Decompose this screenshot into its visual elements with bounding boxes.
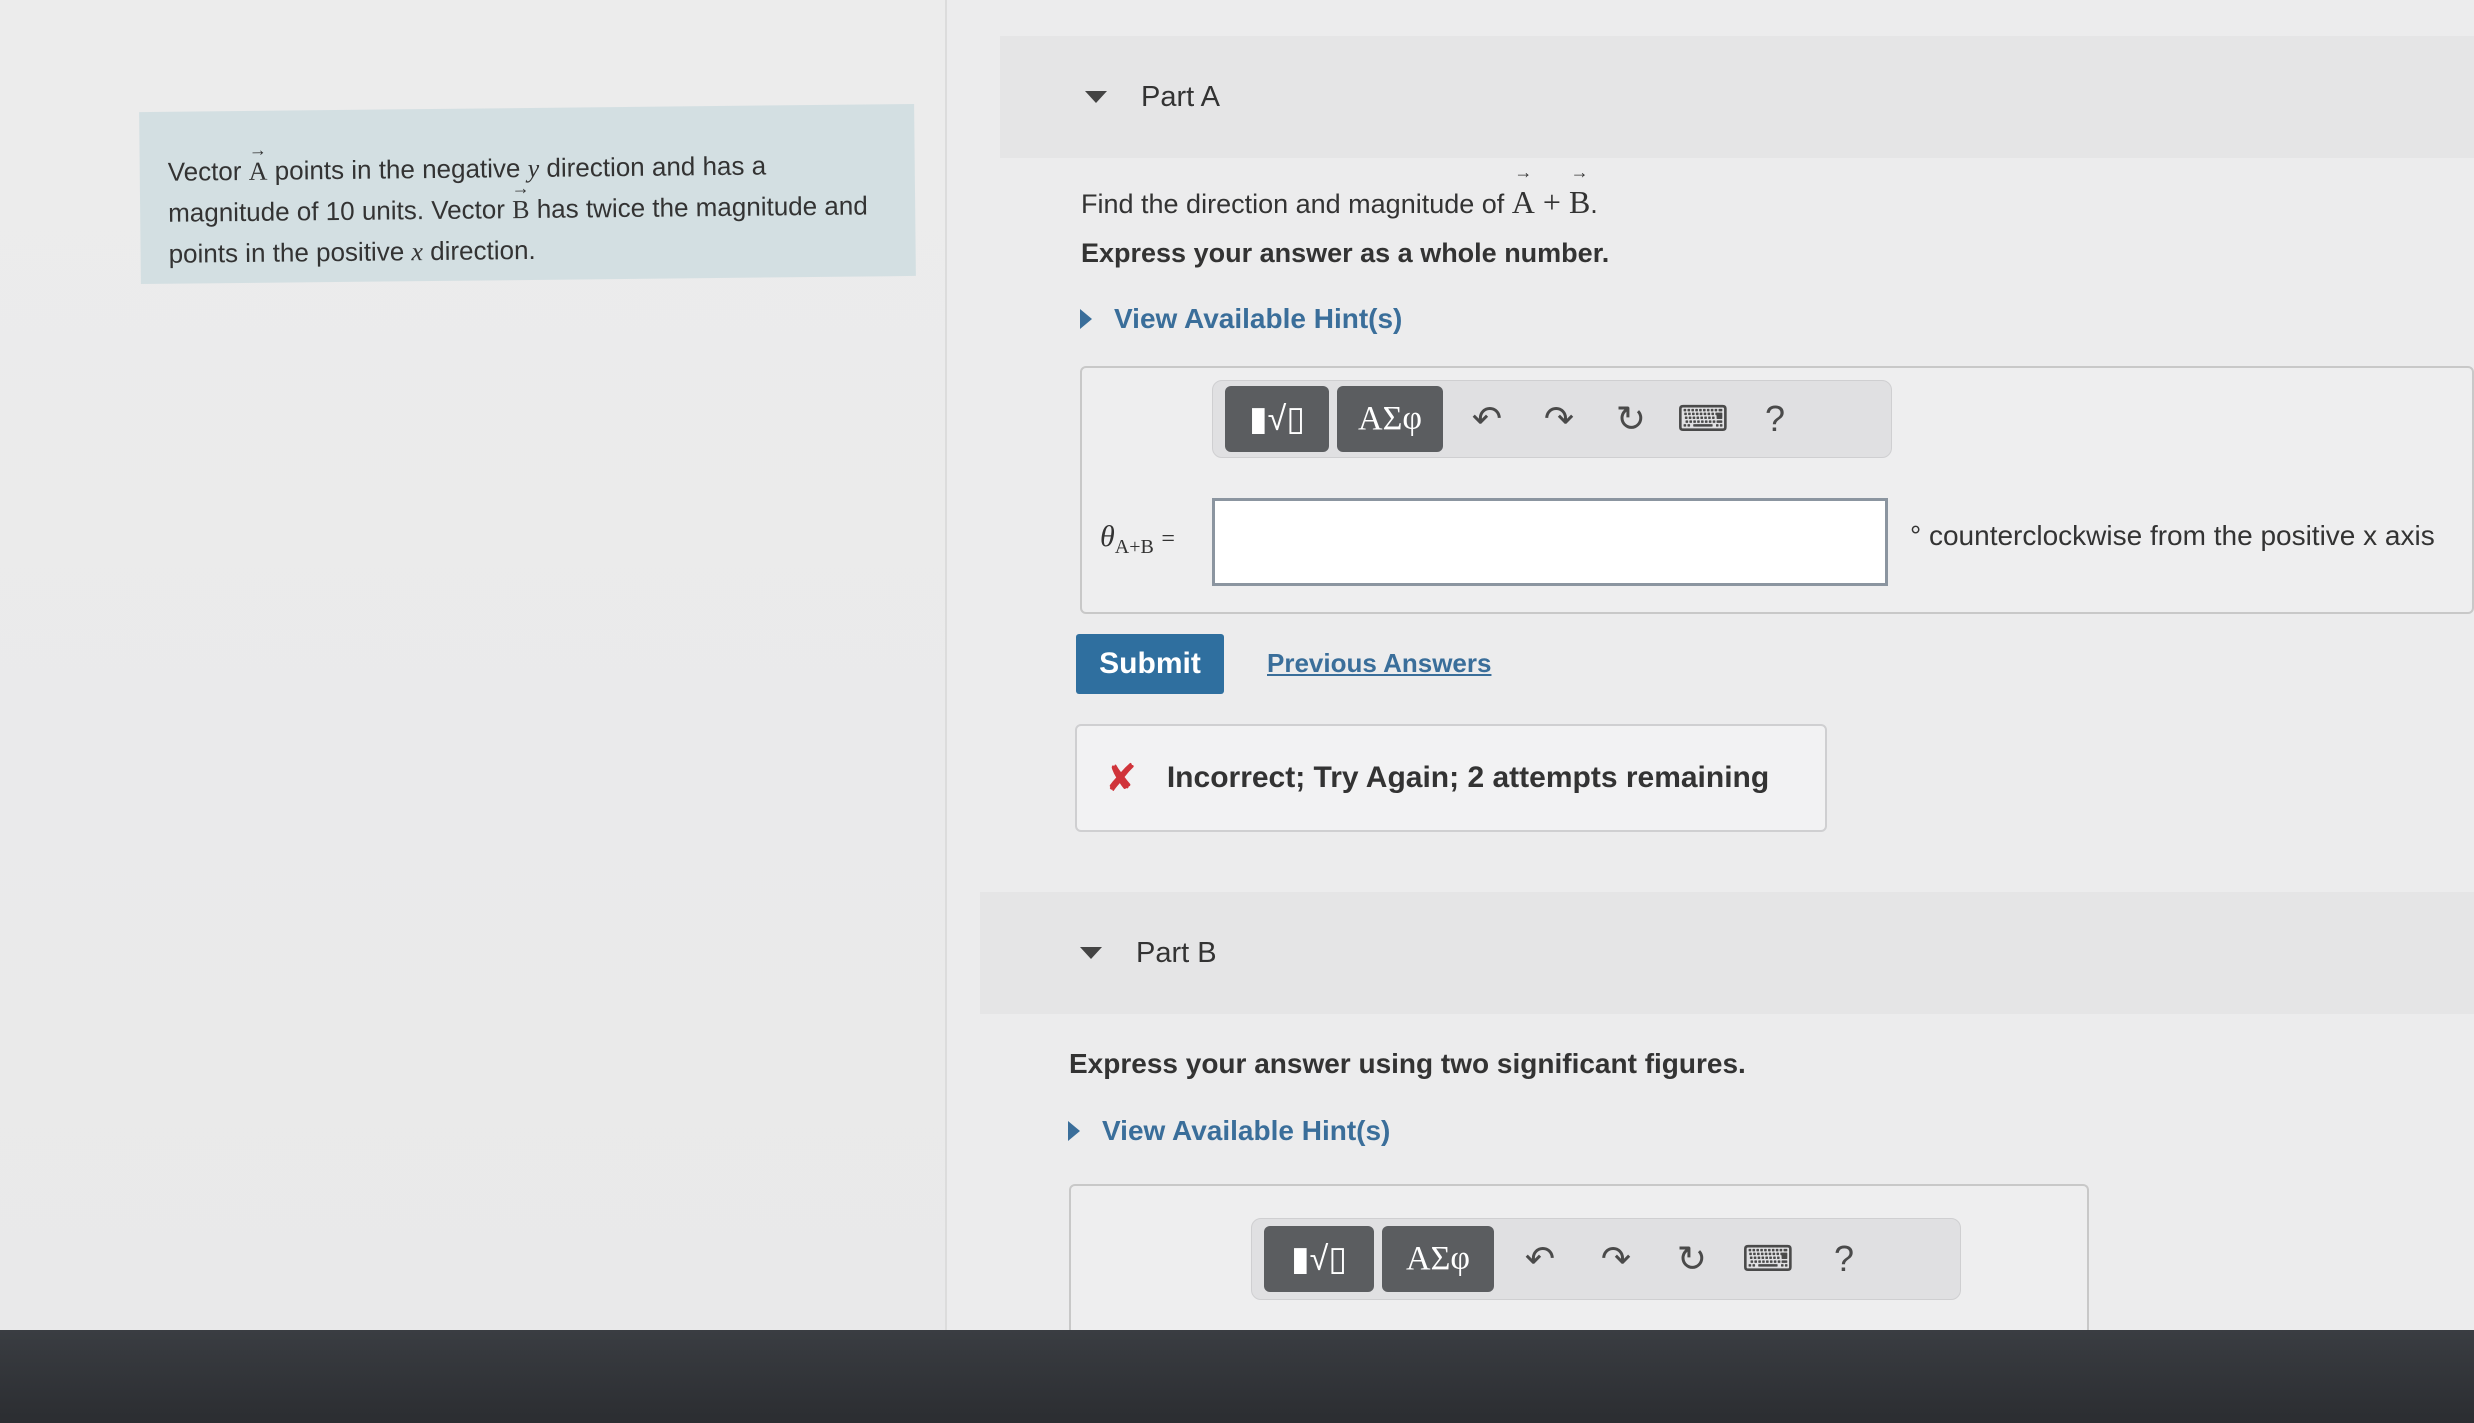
vector-a: A [1512,184,1535,221]
collapse-caret-icon[interactable] [1080,947,1102,959]
submit-button[interactable]: Submit [1076,634,1224,694]
undo-icon[interactable]: ↶ [1451,386,1523,452]
feedback-text: Incorrect; Try Again; 2 attempts remaini… [1166,761,1770,794]
previous-answers-link[interactable]: Previous Answers [1267,648,1491,679]
vector-b: B [1569,184,1590,221]
hint-label: View Available Hint(s) [1114,303,1403,334]
answer-variable-label: θA+B = [1100,520,1175,559]
problem-text: points in the negative [267,152,528,186]
angle-answer-input[interactable] [1212,498,1888,586]
problem-text: Vector [167,155,249,187]
part-a-question: Find the direction and magnitude of A + … [1081,184,1598,221]
reset-icon[interactable]: ↻ [1595,386,1667,452]
var-x: x [411,237,424,267]
parts-panel: Part A Find the direction and magnitude … [945,0,2474,1351]
reset-icon[interactable]: ↻ [1654,1226,1730,1292]
keyboard-icon[interactable]: ⌨ [1667,386,1739,452]
part-a-answer-box: ▮√▯ ΑΣφ ↶ ↷ ↻ ⌨ ? θA+B = ° counterclockw… [1080,366,2474,614]
vector-b: B [512,190,530,230]
redo-icon[interactable]: ↷ [1578,1226,1654,1292]
vector-a: A [248,152,268,192]
undo-icon[interactable]: ↶ [1502,1226,1578,1292]
part-b-answer-box: ▮√▯ ΑΣφ ↶ ↷ ↻ ⌨ ? [1069,1184,2089,1351]
keyboard-icon[interactable]: ⌨ [1730,1226,1806,1292]
unit-text: ° counterclockwise from the positive x a… [1910,520,2435,551]
plus-sign: + [1534,184,1569,220]
question-text: Find the direction and magnitude of [1081,189,1512,219]
incorrect-x-icon: ✘ [1105,757,1137,800]
part-a-title: Part A [1141,80,1220,113]
equals-sign: = [1161,526,1175,552]
help-icon[interactable]: ? [1739,386,1811,452]
help-icon[interactable]: ? [1806,1226,1882,1292]
part-a-header[interactable]: Part A [1000,36,2474,158]
part-b-header[interactable]: Part B [980,892,2474,1014]
expand-triangle-icon [1068,1121,1080,1141]
theta-symbol: θ [1100,520,1115,553]
part-a-instruction: Express your answer as a whole number. [1081,238,1610,268]
problem-sidebar: Vector A points in the negative y direct… [0,0,947,1350]
expand-triangle-icon [1080,309,1092,329]
templates-button[interactable]: ▮√▯ [1264,1226,1374,1292]
collapse-caret-icon[interactable] [1085,91,1107,103]
templates-button[interactable]: ▮√▯ [1225,386,1329,452]
part-b-instruction: Express your answer using two significan… [1069,1048,1746,1079]
part-a-math-toolbar: ▮√▯ ΑΣφ ↶ ↷ ↻ ⌨ ? [1212,380,1892,458]
problem-statement: Vector A points in the negative y direct… [139,103,916,285]
greek-symbols-button[interactable]: ΑΣφ [1382,1226,1494,1292]
question-end: . [1590,189,1598,219]
bottom-bezel [0,1330,2474,1423]
greek-symbols-button[interactable]: ΑΣφ [1337,386,1443,452]
hint-label: View Available Hint(s) [1102,1115,1391,1146]
part-b-hint-toggle[interactable]: View Available Hint(s) [1068,1115,1390,1147]
feedback-message: ✘ Incorrect; Try Again; 2 attempts remai… [1075,724,1827,832]
problem-text: direction. [422,234,536,267]
part-a-hint-toggle[interactable]: View Available Hint(s) [1080,303,1402,335]
theta-subscript: A+B [1114,536,1154,558]
redo-icon[interactable]: ↷ [1523,386,1595,452]
part-b-math-toolbar: ▮√▯ ΑΣφ ↶ ↷ ↻ ⌨ ? [1251,1218,1961,1300]
part-b-title: Part B [1136,936,1217,969]
